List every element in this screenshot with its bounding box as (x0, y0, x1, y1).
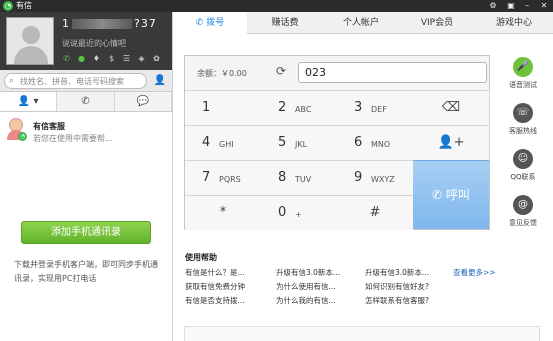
tab-earn[interactable]: 赚话费 (247, 12, 323, 34)
add-contact-icon: 👤+ (437, 135, 465, 150)
help-link[interactable]: 升级有信3.0新本... (276, 267, 340, 278)
dial-number-input[interactable]: 023 (298, 62, 487, 83)
see-more-link[interactable]: 查看更多>> (453, 267, 496, 278)
call-button[interactable]: ✆ 呼叫 (413, 160, 489, 229)
contact-name: 有信客服 (33, 122, 65, 131)
coin-icon[interactable]: $ (107, 54, 116, 63)
key-2[interactable]: 2 ABC (261, 90, 338, 125)
tab-vip[interactable]: VIP会员 (399, 12, 475, 34)
search-icon: ⌕ (9, 76, 15, 86)
key-5[interactable]: 5 JKL (261, 125, 338, 160)
app-logo-icon: ◔ (3, 1, 13, 11)
contact-status: 若您在使用中需要帮... (33, 134, 113, 143)
tab-games[interactable]: 游戏中心 (475, 12, 553, 34)
online-status-icon[interactable]: ● (77, 54, 86, 63)
vip-icon[interactable]: ♦ (92, 54, 101, 63)
key-0[interactable]: 0 + (261, 195, 338, 230)
minimize-icon[interactable]: – (520, 0, 534, 12)
key-6[interactable]: 6 MNO (337, 125, 414, 160)
avatar[interactable] (6, 17, 54, 65)
key-8[interactable]: 8 TUV (261, 160, 338, 195)
help-link[interactable]: 如何识别有信好友? (365, 281, 429, 292)
top-nav: ✆ 拨号 赚话费 个人帐户 VIP会员 游戏中心 (173, 12, 553, 34)
feedback-icon: @ (513, 195, 533, 215)
list-item[interactable]: ◔ 有信客服 若您在使用中需要帮... (0, 115, 172, 147)
phone-icon: ✆ (432, 188, 446, 202)
gift-icon[interactable]: ◈ (137, 54, 146, 63)
key-star[interactable]: * (185, 195, 262, 230)
key-4[interactable]: 4 GHI (185, 125, 262, 160)
help-link[interactable]: 怎样联系有信客服? (365, 295, 429, 306)
close-icon[interactable]: ✕ (537, 0, 551, 12)
phone-number: 1 ?37 (62, 17, 157, 30)
profile-panel: 1 ?37 说说最近的心情吧 ✆ ● ♦ $ ☰ ◈ ✿ (0, 12, 172, 70)
feedback-button[interactable]: @ 意见反馈 (505, 195, 541, 228)
help-link[interactable]: 有信是什么？是... (185, 267, 245, 278)
gear-icon[interactable]: ⚙ (486, 0, 500, 12)
skin-icon[interactable]: ▣ (504, 0, 518, 12)
hotline-button[interactable]: ☏ 客服热线 (505, 103, 541, 136)
backspace-icon: ⌫ (441, 100, 461, 115)
key-7[interactable]: 7 PQRS (185, 160, 262, 195)
search-input[interactable]: ⌕ 找姓名、拼音、电话号码搜索 (4, 73, 147, 89)
help-link[interactable]: 升级有信3.0新本... (365, 267, 429, 278)
help-link[interactable]: 为什么使用有信... (276, 281, 336, 292)
group-icon[interactable]: ☰ (122, 54, 131, 63)
youxin-badge-icon: ◔ (18, 132, 27, 141)
title-bar: ◔ 有信 ⚙ ▣ – ✕ (0, 0, 553, 12)
app-title: 有信 (16, 1, 32, 10)
help-title: 使用帮助 (185, 253, 217, 262)
qq-contact-button[interactable]: ☺ QQ联系 (505, 149, 541, 182)
voice-test-button[interactable]: 🎤 语音测试 (505, 57, 541, 90)
tab-contacts[interactable]: 👤 ▾ (0, 92, 58, 111)
divider (172, 12, 173, 341)
phone-status-icon[interactable]: ✆ (62, 54, 71, 63)
tab-dial[interactable]: ✆ 拨号 (173, 12, 247, 34)
microphone-icon: 🎤 (513, 57, 533, 77)
bottom-panel (184, 326, 540, 341)
hotline-icon: ☏ (513, 103, 533, 123)
search-bar: ⌕ 找姓名、拼音、电话号码搜索 👤 (0, 70, 172, 92)
game-icon[interactable]: ✿ (152, 54, 161, 63)
status-icons: ✆ ● ♦ $ ☰ ◈ ✿ (62, 54, 161, 63)
help-link[interactable]: 获取有信免费分钟 (185, 281, 245, 292)
signature-text[interactable]: 说说最近的心情吧 (62, 38, 126, 49)
redacted-blur (72, 19, 132, 29)
key-hash[interactable]: # (337, 195, 414, 230)
left-tabs: 👤 ▾ ✆ 💬 (0, 92, 172, 112)
contact-avatar: ◔ (6, 118, 27, 142)
help-link[interactable]: 为什么我的有信... (276, 295, 336, 306)
sync-tip-text: 下载并登录手机客户端，即可同步手机通讯录，实现用PC打电话 (14, 260, 158, 283)
add-to-contacts-button[interactable]: 👤+ (413, 125, 490, 160)
key-9[interactable]: 9 WXYZ (337, 160, 414, 195)
key-1[interactable]: 1 (185, 90, 262, 125)
tab-messages[interactable]: 💬 (115, 92, 172, 111)
tab-call-log[interactable]: ✆ (57, 92, 115, 111)
add-contact-icon[interactable]: 👤 (151, 73, 169, 89)
balance-text: 余额：￥0.00 (197, 69, 247, 78)
backspace-button[interactable]: ⌫ (413, 90, 490, 125)
add-phone-contacts-button[interactable]: 添加手机通讯录 (21, 221, 151, 244)
dialer-panel: 余额：￥0.00 ⟳ 023 1 2 ABC 3 DEF ⌫ 4 GHI 5 JKL 6… (184, 55, 490, 230)
key-3[interactable]: 3 DEF (337, 90, 414, 125)
search-placeholder: 找姓名、拼音、电话号码搜索 (20, 77, 124, 86)
help-link[interactable]: 有信是否支持拨... (185, 295, 245, 306)
qq-icon: ☺ (513, 149, 533, 169)
refresh-icon[interactable]: ⟳ (276, 64, 286, 78)
tab-account[interactable]: 个人帐户 (323, 12, 399, 34)
